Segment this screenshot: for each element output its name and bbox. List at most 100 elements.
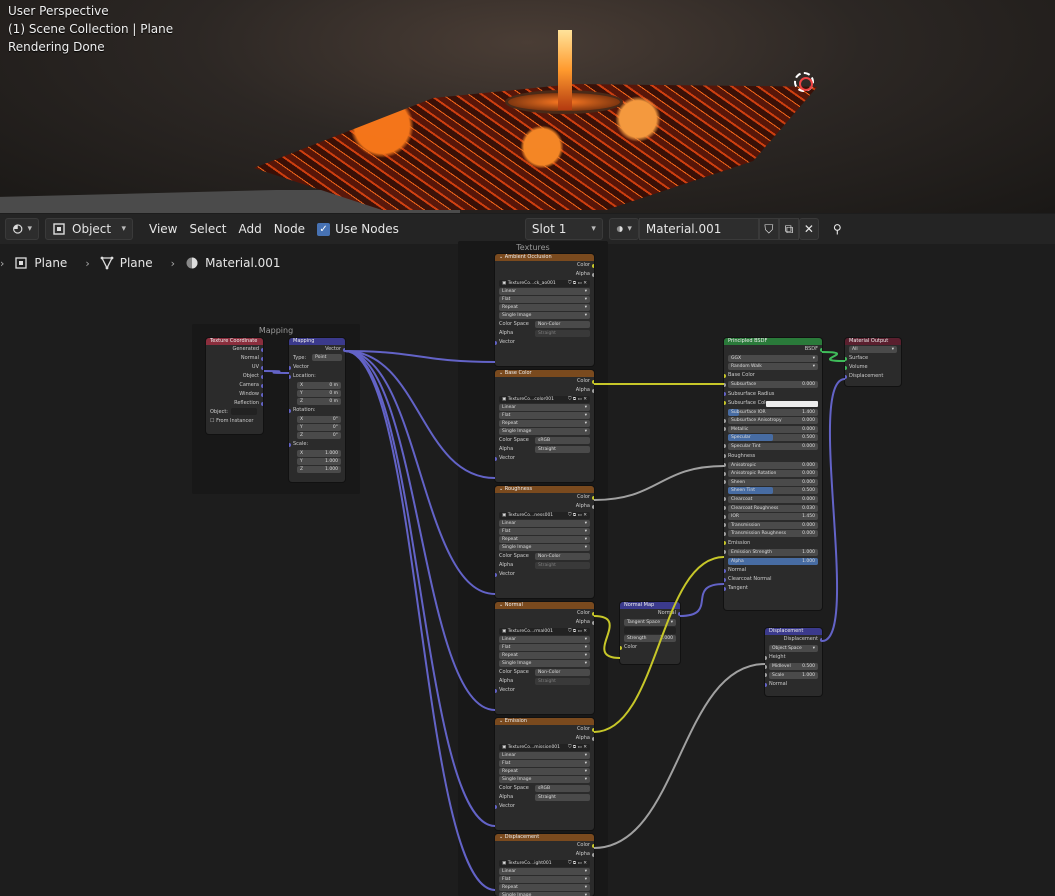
input-socket[interactable] <box>724 550 726 555</box>
bsdf-subsurface-radius-input[interactable]: Subsurface Radius <box>724 390 822 399</box>
object-mode-dropdown[interactable]: Object ▾ <box>45 218 133 240</box>
color-space-dropdown[interactable]: Non-Color <box>535 669 590 676</box>
texture-src-dropdown[interactable]: Single Image ▾ <box>499 660 590 667</box>
texture-interp-dropdown[interactable]: Linear ▾ <box>499 868 590 875</box>
input-socket[interactable] <box>724 463 726 468</box>
color-space-dropdown[interactable]: Non-Color <box>535 553 590 560</box>
input-socket[interactable] <box>724 401 726 406</box>
3d-viewport[interactable]: User Perspective (1) Scene Collection | … <box>0 0 1055 213</box>
color-space-dropdown[interactable]: Non-Color <box>535 321 590 328</box>
image-file-actions-icon[interactable]: ⛉ ⧉ ▭ ✕ <box>568 860 587 867</box>
from-instancer-checkbox[interactable]: ☐ From Instancer <box>206 417 263 426</box>
bsdf-clearcoat-normal-input[interactable]: Clearcoat Normal <box>724 575 822 584</box>
displacement-scale-input[interactable]: Scale 1.000 <box>765 671 818 679</box>
bsdf-anisotropic-rotation-field[interactable]: Anisotropic Rotation 0.000 <box>724 470 818 478</box>
texture-proj-dropdown[interactable]: Flat ▾ <box>499 876 590 883</box>
output-target-dropdown[interactable]: All ▾ <box>849 346 897 353</box>
image-file-selector[interactable]: ▣ TextureCo...ck_ao001 ⛉ ⧉ ▭ ✕ <box>499 280 590 287</box>
fake-user-shield-icon[interactable]: ⛉ <box>758 218 779 240</box>
material-output-node[interactable]: Material Output All ▾ Surface Volume Disp… <box>845 338 901 386</box>
texture-src-dropdown[interactable]: Single Image ▾ <box>499 312 590 319</box>
bsdf-sheen-tint-field[interactable]: Sheen Tint 0.500 <box>728 487 818 495</box>
input-socket[interactable] <box>845 374 847 379</box>
mapping-location-y-field[interactable]: Y 0 m <box>297 390 341 397</box>
input-socket[interactable] <box>845 356 847 361</box>
bsdf-specular-tint-field[interactable]: Specular Tint 0.000 <box>724 442 818 450</box>
color-space-dropdown[interactable]: sRGB <box>535 785 590 792</box>
mapping-rotation-y-field[interactable]: Y 0° <box>297 424 341 431</box>
texture-interp-dropdown[interactable]: Linear ▾ <box>499 404 590 411</box>
image-file-selector[interactable]: ▣ TextureCo...rmal001 ⛉ ⧉ ▭ ✕ <box>499 628 590 635</box>
output-socket[interactable] <box>820 347 822 352</box>
output-socket[interactable] <box>343 347 345 352</box>
output-socket[interactable] <box>592 852 594 857</box>
image-file-actions-icon[interactable]: ⛉ ⧉ ▭ ✕ <box>568 396 587 403</box>
bsdf-roughness-input[interactable]: Roughness <box>724 452 822 461</box>
image-texture-node-roughness[interactable]: ⌄ Roughness Color Alpha ▣ TextureCo...ness0… <box>495 486 594 598</box>
menu-view[interactable]: View <box>143 218 183 240</box>
output-socket[interactable] <box>592 388 594 393</box>
bsdf-transmission-roughness-field[interactable]: Transmission Roughness 0.000 <box>724 530 818 538</box>
bsdf-normal-input[interactable]: Normal <box>724 566 822 575</box>
menu-node[interactable]: Node <box>268 218 311 240</box>
input-socket[interactable] <box>724 418 726 423</box>
image-texture-node-emission[interactable]: ⌄ Emission Color Alpha ▣ TextureCo...missio… <box>495 718 594 830</box>
mapping-node[interactable]: Mapping Vector Type: Point Vector Locatio… <box>289 338 345 482</box>
menu-select[interactable]: Select <box>183 218 232 240</box>
texture-src-dropdown[interactable]: Single Image ▾ <box>499 428 590 435</box>
input-socket[interactable] <box>289 374 291 379</box>
mapping-scale-x-field[interactable]: X 1.000 <box>297 450 341 457</box>
mapping-location-x-field[interactable]: X 0 m <box>297 382 341 389</box>
normal-map-node[interactable]: Normal Map Normal Tangent Space ▾ Strengt… <box>620 602 680 664</box>
input-socket[interactable] <box>495 688 497 693</box>
duplicate-material-icon[interactable]: ⧉ <box>778 218 799 240</box>
input-socket[interactable] <box>620 645 622 650</box>
output-socket[interactable] <box>261 365 263 370</box>
alpha-mode-dropdown[interactable]: Straight <box>535 562 590 569</box>
texture-src-dropdown[interactable]: Single Image ▾ <box>499 776 590 783</box>
bsdf-clearcoat-roughness-field[interactable]: Clearcoat Roughness 0.030 <box>724 504 818 512</box>
texture-ext-dropdown[interactable]: Repeat ▾ <box>499 652 590 659</box>
texture-proj-dropdown[interactable]: Flat ▾ <box>499 412 590 419</box>
bsdf-base-color-input[interactable]: Base Color <box>724 371 822 380</box>
strength-field[interactable]: Strength 1.000 <box>624 635 676 642</box>
alpha-mode-row[interactable]: Alpha Straight <box>495 329 594 338</box>
image-file-actions-icon[interactable]: ⛉ ⧉ ▭ ✕ <box>568 744 587 751</box>
input-socket[interactable] <box>765 682 767 687</box>
bsdf-specular-field[interactable]: Specular 0.500 <box>728 434 818 442</box>
input-socket[interactable] <box>765 673 767 678</box>
output-socket[interactable] <box>592 504 594 509</box>
image-file-selector[interactable]: ▣ TextureCo...ness001 ⛉ ⧉ ▭ ✕ <box>499 512 590 519</box>
output-socket[interactable] <box>592 736 594 741</box>
output-socket[interactable] <box>592 263 594 268</box>
bsdf-metallic-field[interactable]: Metallic 0.000 <box>724 425 818 433</box>
texture-interp-dropdown[interactable]: Linear ▾ <box>499 520 590 527</box>
texture-ext-dropdown[interactable]: Repeat ▾ <box>499 304 590 311</box>
output-socket[interactable] <box>592 611 594 616</box>
bsdf-to-output-link[interactable] <box>821 351 846 362</box>
normalmap-to-bsdf-link[interactable] <box>679 583 725 617</box>
texture-coordinate-node[interactable]: Texture Coordinate Generated Normal UV Obje… <box>206 338 263 434</box>
principled-bsdf-node[interactable]: Principled BSDF BSDF GGX ▾ Random Walk ▾ B… <box>724 338 822 610</box>
output-socket[interactable] <box>592 620 594 625</box>
uv-map-field[interactable] <box>624 627 676 634</box>
displacement-node[interactable]: Displacement Displacement Object Space ▾ … <box>765 628 822 696</box>
image-file-selector[interactable]: ▣ TextureCo...mission001 ⛉ ⧉ ▭ ✕ <box>499 744 590 751</box>
input-socket[interactable] <box>724 531 726 536</box>
alpha-mode-dropdown[interactable]: Straight <box>535 330 590 337</box>
output-socket[interactable] <box>592 495 594 500</box>
input-socket[interactable] <box>495 804 497 809</box>
color-space-row[interactable]: Color Space Non-Color <box>495 320 594 329</box>
input-socket[interactable] <box>765 664 767 669</box>
alpha-mode-row[interactable]: Alpha Straight <box>495 677 594 686</box>
bsdf-anisotropic-field[interactable]: Anisotropic 0.000 <box>724 461 818 469</box>
output-socket[interactable] <box>261 392 263 397</box>
texture-src-dropdown[interactable]: Single Image ▾ <box>499 892 590 896</box>
input-socket[interactable] <box>724 427 726 432</box>
texture-proj-dropdown[interactable]: Flat ▾ <box>499 528 590 535</box>
input-socket[interactable] <box>724 586 726 591</box>
output-socket[interactable] <box>592 272 594 277</box>
normal-space-dropdown[interactable]: Tangent Space ▾ <box>624 619 676 626</box>
bsdf-subsurface-anisotropy-field[interactable]: Subsurface Anisotropy 0.000 <box>724 417 818 425</box>
output-socket[interactable] <box>261 356 263 361</box>
